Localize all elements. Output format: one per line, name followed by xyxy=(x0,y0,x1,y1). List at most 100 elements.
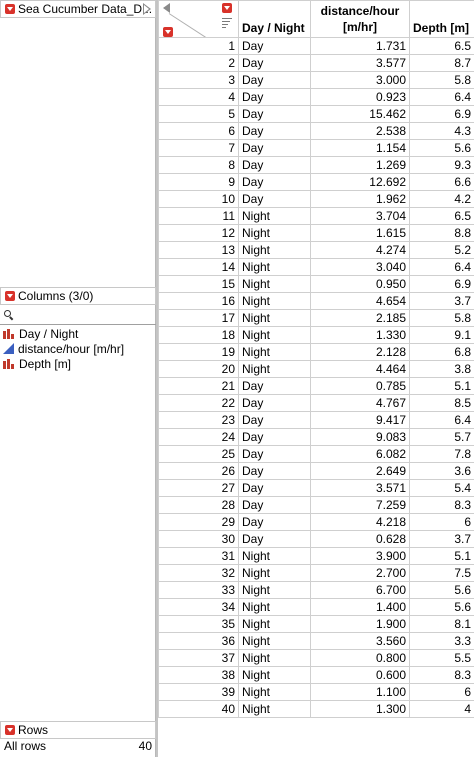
cell-depth[interactable]: 5.4 xyxy=(409,479,474,497)
table-row[interactable]: 27 Day 3.571 5.4 xyxy=(158,479,474,497)
cell-day-night[interactable]: Night xyxy=(238,649,311,667)
row-number[interactable]: 20 xyxy=(158,360,239,378)
table-row[interactable]: 12 Night 1.615 8.8 xyxy=(158,224,474,242)
cell-depth[interactable]: 3.7 xyxy=(409,530,474,548)
column-header-day-night[interactable]: Day / Night xyxy=(238,0,311,38)
table-row[interactable]: 38 Night 0.600 8.3 xyxy=(158,666,474,684)
row-number[interactable]: 40 xyxy=(158,700,239,718)
cell-distance[interactable]: 1.731 xyxy=(310,37,410,55)
cell-distance[interactable]: 1.962 xyxy=(310,190,410,208)
table-row[interactable]: 36 Night 3.560 3.3 xyxy=(158,632,474,650)
cell-depth[interactable]: 5.7 xyxy=(409,428,474,446)
cell-distance[interactable]: 2.700 xyxy=(310,564,410,582)
table-row[interactable]: 40 Night 1.300 4 xyxy=(158,700,474,718)
table-row[interactable]: 14 Night 3.040 6.4 xyxy=(158,258,474,276)
cell-depth[interactable]: 5.5 xyxy=(409,649,474,667)
cell-day-night[interactable]: Night xyxy=(238,360,311,378)
table-row[interactable]: 11 Night 3.704 6.5 xyxy=(158,207,474,225)
cell-day-night[interactable]: Day xyxy=(238,496,311,514)
table-menu-icon[interactable] xyxy=(5,4,15,14)
table-row[interactable]: 7 Day 1.154 5.6 xyxy=(158,139,474,157)
row-number[interactable]: 28 xyxy=(158,496,239,514)
cell-depth[interactable]: 8.5 xyxy=(409,394,474,412)
cell-distance[interactable]: 0.923 xyxy=(310,88,410,106)
cell-depth[interactable]: 3.7 xyxy=(409,292,474,310)
row-number[interactable]: 1 xyxy=(158,37,239,55)
row-number[interactable]: 6 xyxy=(158,122,239,140)
table-row[interactable]: 34 Night 1.400 5.6 xyxy=(158,598,474,616)
filter-icon[interactable] xyxy=(222,17,232,29)
row-number[interactable]: 9 xyxy=(158,173,239,191)
cell-distance[interactable]: 3.560 xyxy=(310,632,410,650)
column-search-input[interactable] xyxy=(0,305,156,325)
cell-distance[interactable]: 0.800 xyxy=(310,649,410,667)
cell-distance[interactable]: 12.692 xyxy=(310,173,410,191)
cell-depth[interactable]: 6.5 xyxy=(409,207,474,225)
table-row[interactable]: 4 Day 0.923 6.4 xyxy=(158,88,474,106)
cell-distance[interactable]: 1.269 xyxy=(310,156,410,174)
table-row[interactable]: 33 Night 6.700 5.6 xyxy=(158,581,474,599)
row-number[interactable]: 27 xyxy=(158,479,239,497)
row-number[interactable]: 38 xyxy=(158,666,239,684)
cell-depth[interactable]: 6.6 xyxy=(409,173,474,191)
cell-distance[interactable]: 1.100 xyxy=(310,683,410,701)
row-number[interactable]: 33 xyxy=(158,581,239,599)
row-number[interactable]: 4 xyxy=(158,88,239,106)
row-number[interactable]: 3 xyxy=(158,71,239,89)
cell-distance[interactable]: 0.628 xyxy=(310,530,410,548)
cell-depth[interactable]: 6.4 xyxy=(409,258,474,276)
table-row[interactable]: 22 Day 4.767 8.5 xyxy=(158,394,474,412)
row-number[interactable]: 21 xyxy=(158,377,239,395)
cell-depth[interactable]: 5.2 xyxy=(409,241,474,259)
cell-depth[interactable]: 6 xyxy=(409,683,474,701)
cell-day-night[interactable]: Day xyxy=(238,105,311,123)
expand-arrow-icon[interactable] xyxy=(142,3,152,15)
row-number[interactable]: 2 xyxy=(158,54,239,72)
cell-depth[interactable]: 9.3 xyxy=(409,156,474,174)
row-number[interactable]: 35 xyxy=(158,615,239,633)
row-number[interactable]: 22 xyxy=(158,394,239,412)
cell-day-night[interactable]: Day xyxy=(238,190,311,208)
cell-distance[interactable]: 2.128 xyxy=(310,343,410,361)
cell-depth[interactable]: 5.1 xyxy=(409,377,474,395)
table-row[interactable]: 13 Night 4.274 5.2 xyxy=(158,241,474,259)
cell-day-night[interactable]: Night xyxy=(238,598,311,616)
cell-day-night[interactable]: Night xyxy=(238,207,311,225)
table-row[interactable]: 17 Night 2.185 5.8 xyxy=(158,309,474,327)
grid-corner[interactable] xyxy=(158,0,239,38)
column-header-distance[interactable]: distance/hour [m/hr] xyxy=(310,0,410,38)
table-row[interactable]: 1 Day 1.731 6.5 xyxy=(158,37,474,55)
cell-day-night[interactable]: Night xyxy=(238,581,311,599)
row-number[interactable]: 17 xyxy=(158,309,239,327)
table-panel-header[interactable]: Sea Cucumber Data_D... xyxy=(0,0,156,18)
cell-distance[interactable]: 1.400 xyxy=(310,598,410,616)
table-row[interactable]: 20 Night 4.464 3.8 xyxy=(158,360,474,378)
cell-depth[interactable]: 4 xyxy=(409,700,474,718)
cell-day-night[interactable]: Day xyxy=(238,513,311,531)
table-row[interactable]: 18 Night 1.330 9.1 xyxy=(158,326,474,344)
cell-depth[interactable]: 6.5 xyxy=(409,37,474,55)
collapse-arrow-icon[interactable] xyxy=(163,3,170,13)
cell-day-night[interactable]: Night xyxy=(238,343,311,361)
column-item-day-night[interactable]: Day / Night xyxy=(0,326,156,341)
row-number[interactable]: 15 xyxy=(158,275,239,293)
table-row[interactable]: 9 Day 12.692 6.6 xyxy=(158,173,474,191)
column-item-distance[interactable]: distance/hour [m/hr] xyxy=(0,341,156,356)
columns-panel-header[interactable]: Columns (3/0) xyxy=(0,287,156,305)
table-row[interactable]: 21 Day 0.785 5.1 xyxy=(158,377,474,395)
table-row[interactable]: 15 Night 0.950 6.9 xyxy=(158,275,474,293)
cell-day-night[interactable]: Day xyxy=(238,445,311,463)
cell-day-night[interactable]: Night xyxy=(238,241,311,259)
cell-depth[interactable]: 3.3 xyxy=(409,632,474,650)
cell-distance[interactable]: 6.082 xyxy=(310,445,410,463)
row-number[interactable]: 18 xyxy=(158,326,239,344)
table-row[interactable]: 5 Day 15.462 6.9 xyxy=(158,105,474,123)
cell-depth[interactable]: 9.1 xyxy=(409,326,474,344)
cell-distance[interactable]: 1.154 xyxy=(310,139,410,157)
cell-day-night[interactable]: Night xyxy=(238,547,311,565)
cell-day-night[interactable]: Day xyxy=(238,37,311,55)
row-number[interactable]: 23 xyxy=(158,411,239,429)
cell-distance[interactable]: 2.185 xyxy=(310,309,410,327)
cell-distance[interactable]: 7.259 xyxy=(310,496,410,514)
rows-menu-icon[interactable] xyxy=(5,725,15,735)
